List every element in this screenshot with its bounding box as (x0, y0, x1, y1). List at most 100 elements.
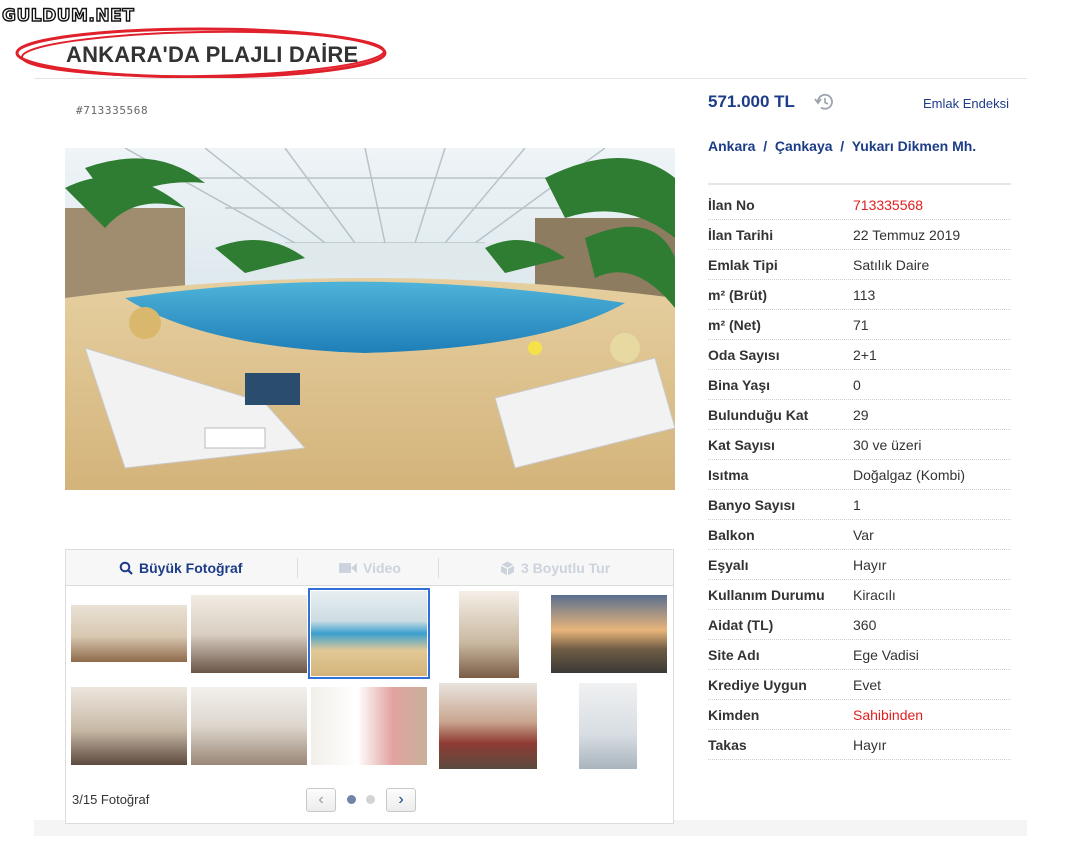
detail-row: Emlak Tipi Satılık Daire (708, 250, 1011, 280)
detail-value: 2+1 (853, 347, 877, 363)
detail-value: Sahibinden (853, 707, 924, 723)
detail-row: Oda Sayısı 2+1 (708, 340, 1011, 370)
detail-label: Bina Yaşı (708, 377, 771, 393)
page-dot[interactable] (366, 795, 375, 804)
header-divider (34, 78, 1027, 79)
page-dot-active[interactable] (347, 795, 356, 804)
detail-row: İlan Tarihi 22 Temmuz 2019 (708, 220, 1011, 250)
thumbnail-9[interactable] (439, 683, 537, 769)
watermark-logo: GULDUM.NET (1, 5, 135, 26)
thumbnail-4[interactable] (459, 591, 519, 678)
detail-label: m² (Net) (708, 317, 761, 333)
detail-value: Hayır (853, 737, 887, 753)
detail-row: Aidat (TL) 360 (708, 610, 1011, 640)
price: 571.000 TL (708, 92, 795, 111)
tab-video-label: Video (363, 560, 401, 576)
detail-label: Oda Sayısı (708, 347, 780, 363)
detail-label: Krediye Uygun (708, 677, 807, 693)
tab-3d-tour-label: 3 Boyutlu Tur (521, 560, 611, 576)
history-icon[interactable] (813, 92, 835, 112)
cube-icon (500, 561, 515, 575)
detail-row: Balkon Var (708, 520, 1011, 550)
detail-row: Krediye Uygun Evet (708, 670, 1011, 700)
thumbnail-8[interactable] (311, 687, 427, 765)
detail-value: 71 (853, 317, 869, 333)
detail-value: Hayır (853, 557, 887, 573)
detail-label: İlan No (708, 197, 755, 213)
location-city[interactable]: Ankara (708, 138, 755, 154)
location-neighborhood[interactable]: Yukarı Dikmen Mh. (852, 138, 976, 154)
prev-page-button[interactable]: ‹ (306, 788, 336, 812)
detail-label: Takas (708, 737, 747, 753)
page-title: ANKARA'DA PLAJLI DAİRE (66, 42, 359, 67)
detail-label: Aidat (TL) (708, 617, 774, 633)
listing-id: #713335568 (76, 104, 149, 117)
detail-label: İlan Tarihi (708, 227, 774, 243)
chevron-right-icon: › (398, 791, 404, 808)
detail-value: 360 (853, 617, 877, 633)
detail-value: Satılık Daire (853, 257, 930, 273)
detail-value: Ege Vadisi (853, 647, 919, 663)
detail-value: 1 (853, 497, 861, 513)
photo-gallery: Büyük Fotoğraf Video 3 Boyutlu Tur 3/15 … (65, 549, 674, 824)
detail-label: Isıtma (708, 467, 749, 483)
next-page-button[interactable]: › (386, 788, 416, 812)
detail-row: Takas Hayır (708, 730, 1011, 760)
detail-row: m² (Net) 71 (708, 310, 1011, 340)
detail-row: Site Adı Ege Vadisi (708, 640, 1011, 670)
detail-value: 22 Temmuz 2019 (853, 227, 961, 243)
tab-3d-tour[interactable]: 3 Boyutlu Tur (500, 558, 610, 578)
tab-divider (297, 558, 298, 578)
detail-label: Kullanım Durumu (708, 587, 825, 603)
thumbnail-2[interactable] (191, 595, 307, 673)
detail-label: m² (Brüt) (708, 287, 768, 303)
location-breadcrumb: Ankara / Çankaya / Yukarı Dikmen Mh. (708, 138, 1008, 155)
detail-row: Banyo Sayısı 1 (708, 490, 1011, 520)
detail-row: Kimden Sahibinden (708, 700, 1011, 730)
detail-row: Bulunduğu Kat 29 (708, 400, 1011, 430)
detail-label: Emlak Tipi (708, 257, 778, 273)
thumbnail-6[interactable] (71, 687, 187, 765)
detail-label: Kat Sayısı (708, 437, 775, 453)
detail-value: Doğalgaz (Kombi) (853, 467, 966, 483)
tab-large-photo-label: Büyük Fotoğraf (139, 560, 243, 576)
detail-value: 29 (853, 407, 869, 423)
detail-value: 713335568 (853, 197, 924, 213)
detail-label: Bulunduğu Kat (708, 407, 809, 423)
thumbnail-7[interactable] (191, 687, 307, 765)
detail-row: Kat Sayısı 30 ve üzeri (708, 430, 1011, 460)
detail-row: Eşyalı Hayır (708, 550, 1011, 580)
tab-video[interactable]: Video (339, 558, 401, 578)
photo-counter: 3/15 Fotoğraf (72, 792, 150, 807)
detail-row: Bina Yaşı 0 (708, 370, 1011, 400)
detail-row: m² (Brüt) 113 (708, 280, 1011, 310)
search-icon (119, 561, 133, 575)
detail-row: İlan No 713335568 (708, 190, 1011, 220)
tab-large-photo[interactable]: Büyük Fotoğraf (119, 558, 242, 578)
video-camera-icon (339, 563, 357, 573)
detail-row: Isıtma Doğalgaz (Kombi) (708, 460, 1011, 490)
thumbnail-1[interactable] (71, 605, 187, 662)
detail-label: Eşyalı (708, 557, 749, 573)
location-district[interactable]: Çankaya (775, 138, 833, 154)
title-highlight: ANKARA'DA PLAJLI DAİRE (14, 24, 389, 82)
listing-page: GULDUM.NET ANKARA'DA PLAJLI DAİRE #71333… (0, 0, 1080, 863)
thumbnail-10[interactable] (579, 683, 637, 769)
detail-value: Evet (853, 677, 882, 693)
gallery-tabs: Büyük Fotoğraf Video 3 Boyutlu Tur (66, 550, 673, 586)
location-separator: / (763, 138, 768, 154)
location-separator: / (840, 138, 845, 154)
detail-row: Kullanım Durumu Kiracılı (708, 580, 1011, 610)
detail-label: Site Adı (708, 647, 760, 663)
detail-label: Balkon (708, 527, 755, 543)
detail-label: Banyo Sayısı (708, 497, 796, 513)
detail-value: Var (853, 527, 874, 543)
thumbnail-5[interactable] (551, 595, 667, 673)
emlak-endeksi-link[interactable]: Emlak Endeksi (923, 96, 1009, 111)
thumbnail-3[interactable] (308, 588, 430, 679)
detail-label: Kimden (708, 707, 760, 723)
detail-value: 113 (853, 287, 876, 303)
location-divider (708, 183, 1011, 185)
main-photo[interactable] (65, 148, 675, 490)
detail-value: 30 ve üzeri (853, 437, 922, 453)
